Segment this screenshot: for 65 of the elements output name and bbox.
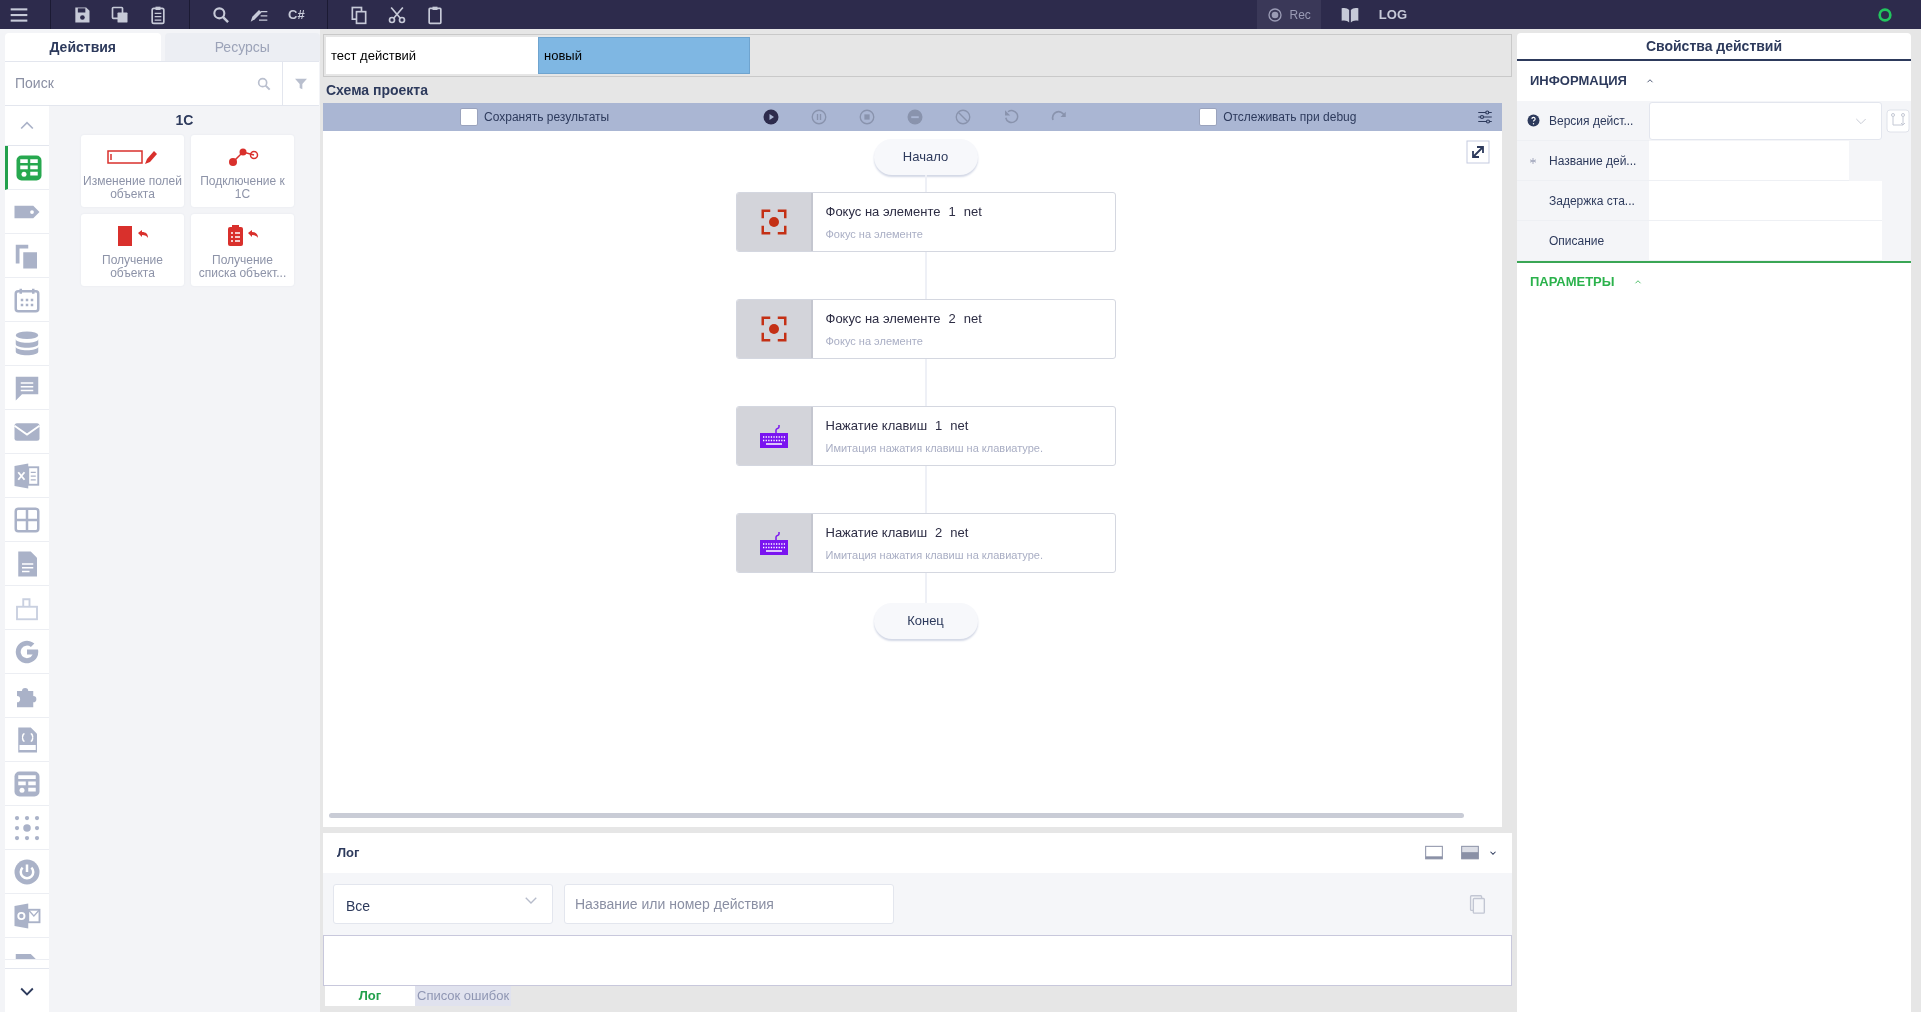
field-label: Задержка ста...: [1549, 192, 1635, 210]
log-search-field[interactable]: Название или номер действия: [564, 884, 894, 924]
node-description: Фокус на элементе: [825, 226, 924, 242]
keyboard-icon: [757, 422, 790, 450]
checkbox-label: Сохранять результаты: [484, 109, 610, 126]
keyboard-icon: [757, 529, 790, 557]
settings-icon[interactable]: [1476, 108, 1494, 126]
node-number: 1: [935, 417, 943, 435]
flow-terminal[interactable]: Конец: [873, 603, 978, 639]
node-suffix: net: [963, 203, 982, 221]
save-copy-icon[interactable]: [109, 4, 131, 25]
filter-dropdown[interactable]: Все: [333, 884, 553, 924]
asterisk-icon: [1530, 157, 1536, 164]
action-node[interactable]: Нажатие клавиш 2 net Имитация нажатия клавиш на клавиатуре.: [735, 513, 1116, 573]
action-node[interactable]: Фокус на элементе 1 net Фокус на элементе: [735, 192, 1116, 252]
node-suffix: net: [963, 310, 982, 328]
checkbox-label: Отслеживать при debug: [1223, 109, 1357, 126]
action-label: Получение списка объект...: [197, 254, 288, 280]
section-title: Схема проекта: [325, 80, 429, 100]
node-number: 2: [948, 310, 956, 328]
checkbox[interactable]: [460, 108, 478, 126]
node-title: Нажатие клавиш: [825, 417, 928, 435]
toolbar-code-button[interactable]: C#: [278, 0, 315, 29]
action-node[interactable]: Фокус на элементе 2 net Фокус на элементе: [735, 299, 1116, 359]
node-title: Фокус на элементе: [825, 203, 941, 221]
node-description: Имитация нажатия клавиш на клавиатуре.: [825, 547, 1043, 563]
text-field[interactable]: [1649, 221, 1882, 261]
project-tab[interactable]: новый: [538, 37, 750, 74]
node-number: 1: [948, 203, 956, 221]
help-icon[interactable]: [1526, 114, 1540, 127]
group-title: 1С: [175, 111, 194, 130]
node-description: Фокус на элементе: [825, 333, 924, 349]
field-label: Описание: [1549, 232, 1605, 250]
record-icon: [1267, 6, 1284, 23]
branch-icon[interactable]: [1886, 109, 1910, 133]
flow-terminal[interactable]: Начало: [873, 139, 978, 175]
record-button[interactable]: Rec: [1257, 0, 1321, 29]
action-label: Получение объекта: [101, 254, 164, 280]
search-icon[interactable]: [210, 4, 232, 25]
play-button[interactable]: [762, 108, 781, 126]
object-arrow-icon: [115, 224, 150, 248]
toolbar-log-button[interactable]: LOG: [1368, 0, 1417, 29]
field-label: Версия дейст...: [1549, 112, 1634, 130]
node-title: Нажатие клавиш: [825, 524, 928, 542]
checkbox[interactable]: [1199, 108, 1218, 126]
list-arrow-icon: [225, 224, 260, 248]
section-header[interactable]: ИНФОРМАЦИЯ: [1530, 71, 1627, 91]
action-node[interactable]: Нажатие клавиш 1 net Имитация нажатия клавиш на клавиатуре.: [735, 406, 1116, 466]
field-label: Название дей...: [1549, 152, 1637, 170]
panel-title: Свойства действий: [1517, 33, 1911, 61]
node-suffix: net: [950, 524, 969, 542]
node-suffix: net: [950, 417, 969, 435]
text-field[interactable]: [1649, 141, 1849, 181]
panel-tab[interactable]: Действия: [5, 33, 161, 61]
action-label: Изменение полей объекта: [82, 175, 183, 201]
search-icon: [256, 75, 272, 92]
version-dropdown[interactable]: [1649, 102, 1882, 140]
node-description: Имитация нажатия клавиш на клавиатуре.: [825, 440, 1043, 456]
project-tab[interactable]: тест действий: [326, 37, 538, 74]
expand-icon[interactable]: [1466, 140, 1490, 164]
node-number: 2: [935, 524, 943, 542]
action-label: Подключение к 1С: [199, 175, 286, 201]
horizontal-scrollbar[interactable]: [329, 813, 1464, 818]
node-title: Фокус на элементе: [825, 310, 941, 328]
panel-title: Лог: [337, 844, 360, 863]
